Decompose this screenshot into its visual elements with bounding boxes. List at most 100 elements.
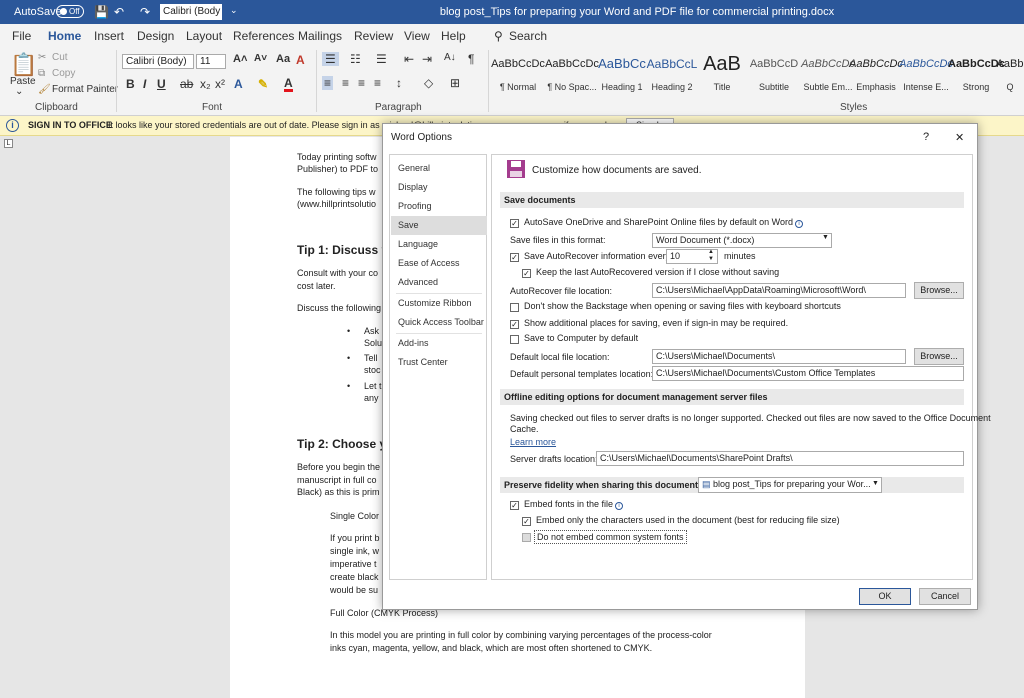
help-button[interactable]: ? <box>923 131 929 143</box>
browse-autorecover-button[interactable]: Browse... <box>914 282 964 299</box>
align-center-icon[interactable]: ≡ <box>342 76 349 90</box>
fidelity-document-select[interactable]: ▤ blog post_Tips for preparing your Wor.… <box>698 477 882 493</box>
font-size-box[interactable]: 11 <box>196 54 226 69</box>
italic-icon[interactable]: I <box>143 77 146 91</box>
autorecover-location-input[interactable]: C:\Users\Michael\AppData\Roaming\Microso… <box>652 283 906 298</box>
offline-note: Saving checked out files to server draft… <box>510 413 991 423</box>
sort-icon[interactable]: A↓ <box>444 52 456 63</box>
underline-icon[interactable]: U <box>157 77 166 91</box>
align-right-icon[interactable]: ≡ <box>358 76 365 90</box>
doc-text-line: Solu <box>364 338 383 348</box>
shading-icon[interactable]: ◇ <box>424 76 433 90</box>
tab-review[interactable]: Review <box>354 29 393 43</box>
embed-only-checkbox[interactable]: ✓ <box>522 517 531 526</box>
title-bar: AutoSave Off 💾 ↶ ↷ Calibri (Body ⌄ blog … <box>0 0 1024 24</box>
ok-button[interactable]: OK <box>859 588 911 605</box>
cut-button[interactable]: Cut <box>52 52 68 63</box>
style-no-spacing[interactable]: AaBbCcDc ¶ No Spac... <box>544 54 600 92</box>
default-local-input[interactable]: C:\Users\Michael\Documents\ <box>652 349 906 364</box>
style-title[interactable]: AaB Title <box>694 54 750 92</box>
dont-show-backstage-checkbox[interactable] <box>510 303 519 312</box>
do-not-embed-label: Do not embed common system fonts <box>534 530 687 544</box>
nav-save[interactable]: Save <box>391 216 487 235</box>
nav-quick-access-toolbar[interactable]: Quick Access Toolbar <box>391 313 487 332</box>
align-left-icon[interactable]: ≡ <box>322 76 334 90</box>
tab-file[interactable]: File <box>12 29 31 43</box>
line-spacing-icon[interactable]: ↕ <box>396 76 402 90</box>
tab-view[interactable]: View <box>404 29 430 43</box>
increase-indent-icon[interactable]: ⇥ <box>422 52 432 66</box>
strikethrough-icon[interactable]: ab <box>180 77 193 91</box>
style-quote[interactable]: AaBb Q <box>996 54 1024 92</box>
nav-advanced[interactable]: Advanced <box>391 273 487 292</box>
style-heading-1[interactable]: AaBbCc Heading 1 <box>594 54 650 92</box>
change-case-icon[interactable]: Aa <box>276 53 290 65</box>
autosave-checkbox[interactable]: ✓ <box>510 219 519 228</box>
highlight-icon[interactable]: ✎ <box>258 77 268 91</box>
embed-fonts-checkbox[interactable]: ✓ <box>510 501 519 510</box>
pilcrow-icon[interactable]: ¶ <box>468 52 474 66</box>
learn-more-link[interactable]: Learn more <box>510 437 556 447</box>
dropdown-arrow-icon[interactable]: ▼ <box>872 480 879 487</box>
format-painter-button[interactable]: Format Painter <box>52 84 118 95</box>
server-drafts-input[interactable]: C:\Users\Michael\Documents\SharePoint Dr… <box>596 451 964 466</box>
style-heading-2[interactable]: AaBbCcL Heading 2 <box>644 54 700 92</box>
tab-mailings[interactable]: Mailings <box>298 29 342 43</box>
style-emphasis[interactable]: AaBbCcDc Emphasis <box>848 54 904 92</box>
templates-input[interactable]: C:\Users\Michael\Documents\Custom Office… <box>652 366 964 381</box>
justify-icon[interactable]: ≡ <box>374 76 381 90</box>
nav-ease-of-access[interactable]: Ease of Access <box>391 254 487 273</box>
superscript-icon[interactable]: x² <box>215 77 225 91</box>
tab-design[interactable]: Design <box>137 29 174 43</box>
autorecover-checkbox[interactable]: ✓ <box>510 253 519 262</box>
bold-icon[interactable]: B <box>126 77 135 91</box>
format-label: Save files in this format: <box>510 235 606 245</box>
nav-display[interactable]: Display <box>391 178 487 197</box>
spinner-icon[interactable]: ▲ ▼ <box>708 249 714 263</box>
dropdown-arrow-icon[interactable]: ▼ <box>822 234 829 241</box>
paste-icon[interactable]: 📋 <box>10 52 37 78</box>
search-icon[interactable]: ⚲ <box>494 29 503 43</box>
nav-add-ins[interactable]: Add-ins <box>391 334 487 353</box>
cancel-button[interactable]: Cancel <box>919 588 971 605</box>
style-name: ¶ Normal <box>499 82 537 92</box>
tab-selector-icon[interactable]: L <box>4 139 13 148</box>
shrink-font-icon[interactable]: A˅ <box>254 53 267 64</box>
style-name: Heading 2 <box>651 82 693 92</box>
tab-insert[interactable]: Insert <box>94 29 124 43</box>
font-color-icon[interactable]: A <box>284 77 293 92</box>
decrease-indent-icon[interactable]: ⇤ <box>404 52 414 66</box>
grow-font-icon[interactable]: A˄ <box>233 53 247 65</box>
browse-default-local-button[interactable]: Browse... <box>914 348 964 365</box>
tab-layout[interactable]: Layout <box>186 29 222 43</box>
multilevel-list-icon[interactable]: ☰ <box>376 52 387 66</box>
font-name-box[interactable]: Calibri (Body) <box>122 54 194 69</box>
tab-search[interactable]: Search <box>509 29 547 43</box>
close-button[interactable]: ✕ <box>955 131 964 144</box>
borders-icon[interactable]: ⊞ <box>450 76 460 90</box>
tab-help[interactable]: Help <box>441 29 466 43</box>
tab-references[interactable]: References <box>233 29 294 43</box>
copy-icon: ⧉ <box>38 68 46 79</box>
show-additional-checkbox[interactable]: ✓ <box>510 320 519 329</box>
tab-home[interactable]: Home <box>48 29 82 48</box>
nav-trust-center[interactable]: Trust Center <box>391 353 487 372</box>
nav-language[interactable]: Language <box>391 235 487 254</box>
nav-customize-ribbon[interactable]: Customize Ribbon <box>391 294 487 313</box>
bullets-icon[interactable]: ☰ <box>322 52 339 66</box>
copy-button[interactable]: Copy <box>52 68 75 79</box>
save-to-computer-checkbox[interactable] <box>510 335 519 344</box>
subscript-icon[interactable]: x₂ <box>200 77 211 91</box>
paste-dropdown-icon[interactable]: ⌄ <box>15 86 23 97</box>
style-subtitle[interactable]: AaBbCcD Subtitle <box>746 54 802 92</box>
style-intense-emphasis[interactable]: AaBbCcDc Intense E... <box>898 54 954 92</box>
keep-last-checkbox[interactable]: ✓ <box>522 269 531 278</box>
nav-general[interactable]: General <box>391 159 487 178</box>
text-effects-icon[interactable]: A <box>234 77 243 91</box>
nav-proofing[interactable]: Proofing <box>391 197 487 216</box>
do-not-embed-checkbox[interactable] <box>522 533 531 542</box>
format-select[interactable]: Word Document (*.docx) <box>652 233 832 248</box>
clear-format-icon[interactable]: A <box>296 53 305 67</box>
style-normal[interactable]: AaBbCcDc ¶ Normal <box>490 54 546 92</box>
numbering-icon[interactable]: ☷ <box>350 52 361 66</box>
